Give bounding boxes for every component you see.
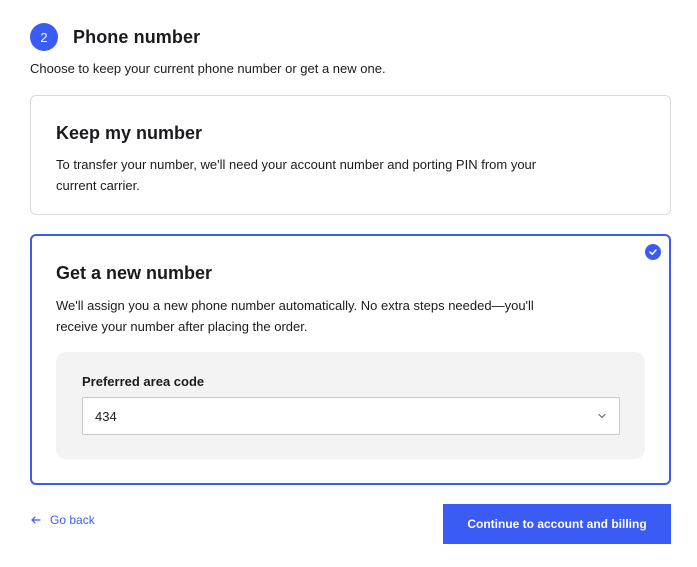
go-back-link[interactable]: Go back — [30, 513, 95, 527]
keep-number-option[interactable]: Keep my number To transfer your number, … — [30, 95, 671, 215]
check-circle-icon — [645, 244, 661, 260]
area-code-select[interactable]: 434 — [82, 397, 620, 435]
go-back-label: Go back — [50, 513, 95, 527]
step-number-badge: 2 — [30, 23, 58, 51]
step-title: Phone number — [73, 26, 201, 47]
new-number-option[interactable]: Get a new number We'll assign you a new … — [30, 234, 671, 485]
option-description: We'll assign you a new phone number auto… — [56, 298, 534, 334]
step-subtitle: Choose to keep your current phone number… — [30, 61, 386, 76]
step-header: 2 Phone number — [30, 23, 200, 51]
area-code-value: 434 — [95, 408, 117, 424]
chevron-down-icon — [598, 413, 606, 419]
option-title: Keep my number — [56, 123, 203, 143]
area-code-label: Preferred area code — [82, 374, 205, 389]
option-description: To transfer your number, we'll need your… — [56, 157, 537, 193]
area-code-panel: Preferred area code 434 — [56, 352, 645, 459]
option-title: Get a new number — [56, 263, 213, 283]
arrow-left-icon — [31, 516, 41, 524]
continue-button[interactable]: Continue to account and billing — [443, 504, 671, 544]
